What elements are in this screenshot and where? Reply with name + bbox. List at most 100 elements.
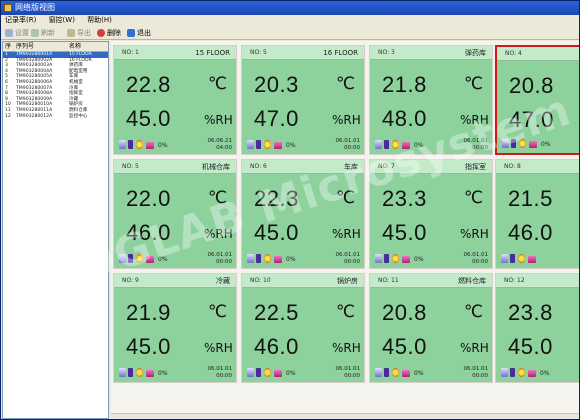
column-serial[interactable]: 序列号 — [16, 42, 34, 52]
list-item[interactable]: 12 TM903280012A 监控中心 — [3, 114, 108, 120]
temperature-unit: ℃ — [336, 74, 356, 94]
timestamp-date: 06.01.01 — [463, 366, 489, 372]
temperature-value: 21.9 — [126, 300, 171, 325]
battery-icon — [384, 140, 389, 149]
timestamp: 06.06.21 04:00 — [208, 138, 233, 152]
refresh-button[interactable]: 刷新 — [31, 28, 55, 38]
alarm-light-icon — [136, 254, 143, 263]
exit-button[interactable]: 退出 — [127, 28, 151, 38]
sensor-tile[interactable]: NO: 10 锅炉房 22.5 ℃ 46.0 %RH 0% 06.01.01 00:00 — [241, 273, 365, 383]
humidity-unit: %RH — [460, 227, 489, 241]
delete-button[interactable]: 删除 — [97, 28, 121, 38]
tile-status-bar: 0% 06.01.01 00:00 — [242, 250, 364, 268]
humidity-value: 45.0 — [254, 220, 299, 245]
memory-icon — [402, 256, 410, 263]
humidity-value: 45.0 — [382, 334, 427, 359]
alarm-light-icon — [518, 368, 525, 377]
log-icon — [247, 140, 254, 149]
tile-location: 15 FLOOR — [195, 49, 230, 57]
memory-icon — [528, 256, 536, 263]
tile-header: NO: 10 锅炉房 — [242, 274, 364, 288]
tile-status-bar: 0% 06.01.01 00:00 — [242, 364, 364, 382]
tile-number: NO: 5 — [250, 49, 267, 56]
timestamp-date: 06.01.01 — [335, 252, 361, 258]
tile-header: NO: 4 — [497, 47, 579, 61]
menu-window[interactable]: 窗控(W) — [49, 15, 75, 26]
timestamp-time: 00:00 — [472, 259, 488, 265]
timestamp-date: 06.01.01 — [335, 366, 361, 372]
log-icon — [501, 368, 508, 377]
tile-location: 机械仓库 — [202, 163, 230, 171]
temperature-value: 23.8 — [508, 300, 553, 325]
timestamp: 06.01.01 00:00 — [464, 366, 489, 380]
memory-icon — [528, 370, 536, 377]
memory-icon — [402, 142, 410, 149]
battery-icon — [510, 254, 515, 263]
timestamp: 06.01.01 00:00 — [208, 366, 233, 380]
sensor-tile[interactable]: NO: 12 23.8 45.0 0% — [495, 273, 579, 383]
tile-location: 指挥室 — [465, 163, 486, 171]
tile-status-bar: 0% 06.06.21 04:00 — [114, 136, 236, 154]
temperature-unit: ℃ — [336, 188, 356, 208]
memory-icon — [402, 370, 410, 377]
memory-icon — [146, 256, 154, 263]
humidity-unit: %RH — [460, 341, 489, 355]
memory-percent: 0% — [286, 142, 296, 149]
humidity-value: 45.0 — [508, 334, 553, 359]
tile-status-bar: 0% 06.01.01 00:00 — [370, 364, 492, 382]
sensor-tile[interactable]: NO: 7 指挥室 23.3 ℃ 45.0 %RH 0% 06.01.01 00:00 — [369, 159, 493, 269]
temperature-unit: ℃ — [208, 188, 228, 208]
tile-location: 车库 — [344, 163, 358, 171]
memory-icon — [274, 370, 282, 377]
sensor-tile[interactable]: NO: 5 16 FLOOR 20.3 ℃ 47.0 %RH 0% 06.01.01 00:00 — [241, 45, 365, 155]
menu-help[interactable]: 帮助(H) — [87, 15, 112, 26]
column-name[interactable]: 名称 — [69, 42, 81, 52]
alarm-light-icon — [264, 140, 271, 149]
tile-number: NO: 3 — [378, 49, 395, 56]
tile-location: 燃料仓库 — [458, 277, 486, 285]
menu-record[interactable]: 记录率(R) — [5, 15, 36, 26]
temperature-value: 23.3 — [382, 186, 427, 211]
window-title: 网络版视图 — [15, 3, 55, 12]
sensor-tile[interactable]: NO: 6 车库 22.3 ℃ 45.0 %RH 0% 06.01.01 00:00 — [241, 159, 365, 269]
tile-header: NO: 9 冷藏 — [114, 274, 236, 288]
column-index[interactable]: 序 — [5, 42, 11, 52]
tile-status-bar — [496, 250, 579, 268]
battery-icon — [384, 254, 389, 263]
temperature-value: 21.5 — [508, 186, 553, 211]
temperature-unit: ℃ — [464, 74, 484, 94]
log-icon — [247, 254, 254, 263]
timestamp: 06.01.01 00:00 — [464, 138, 489, 152]
export-button[interactable]: 导出 — [67, 28, 91, 38]
battery-icon — [256, 368, 261, 377]
sensor-tile[interactable]: NO: 3 弹药库 21.8 ℃ 48.0 %RH 0% 06.01.01 00:00 — [369, 45, 493, 155]
log-icon — [375, 368, 382, 377]
settings-button[interactable]: 设置 — [5, 28, 29, 38]
alarm-light-icon — [392, 368, 399, 377]
sensor-tile[interactable]: NO: 9 冷藏 21.9 ℃ 45.0 %RH 0% 06.01.01 00:00 — [113, 273, 237, 383]
settings-icon — [5, 29, 13, 37]
export-icon — [67, 29, 75, 37]
temperature-unit: ℃ — [208, 302, 228, 322]
log-icon — [375, 254, 382, 263]
log-icon — [119, 254, 126, 263]
humidity-unit: %RH — [204, 227, 233, 241]
log-icon — [119, 368, 126, 377]
sensor-tile[interactable]: NO: 8 21.5 46.0 — [495, 159, 579, 269]
log-icon — [501, 254, 508, 263]
sensor-tile[interactable]: NO: 1 15 FLOOR 22.8 ℃ 45.0 %RH 0% 06.06.21 04:00 — [113, 45, 237, 155]
tile-header: NO: 5 机械仓库 — [114, 160, 236, 174]
tile-status-bar: 0% — [497, 135, 579, 153]
memory-percent: 0% — [158, 370, 168, 377]
timestamp-time: 04:00 — [216, 145, 232, 151]
humidity-unit: %RH — [460, 113, 489, 127]
sensor-tile[interactable]: NO: 4 20.8 47.0 0% — [495, 45, 579, 155]
timestamp-time: 00:00 — [472, 373, 488, 379]
timestamp: 06.01.01 00:00 — [336, 252, 361, 266]
sensor-tile[interactable]: NO: 5 机械仓库 22.0 ℃ 46.0 %RH 0% 06.01.01 00:00 — [113, 159, 237, 269]
log-icon — [247, 368, 254, 377]
horizontal-scrollbar[interactable] — [111, 413, 579, 419]
battery-icon — [384, 368, 389, 377]
memory-icon — [529, 141, 537, 148]
sensor-tile[interactable]: NO: 11 燃料仓库 20.8 ℃ 45.0 %RH 0% 06.01.01 00:00 — [369, 273, 493, 383]
